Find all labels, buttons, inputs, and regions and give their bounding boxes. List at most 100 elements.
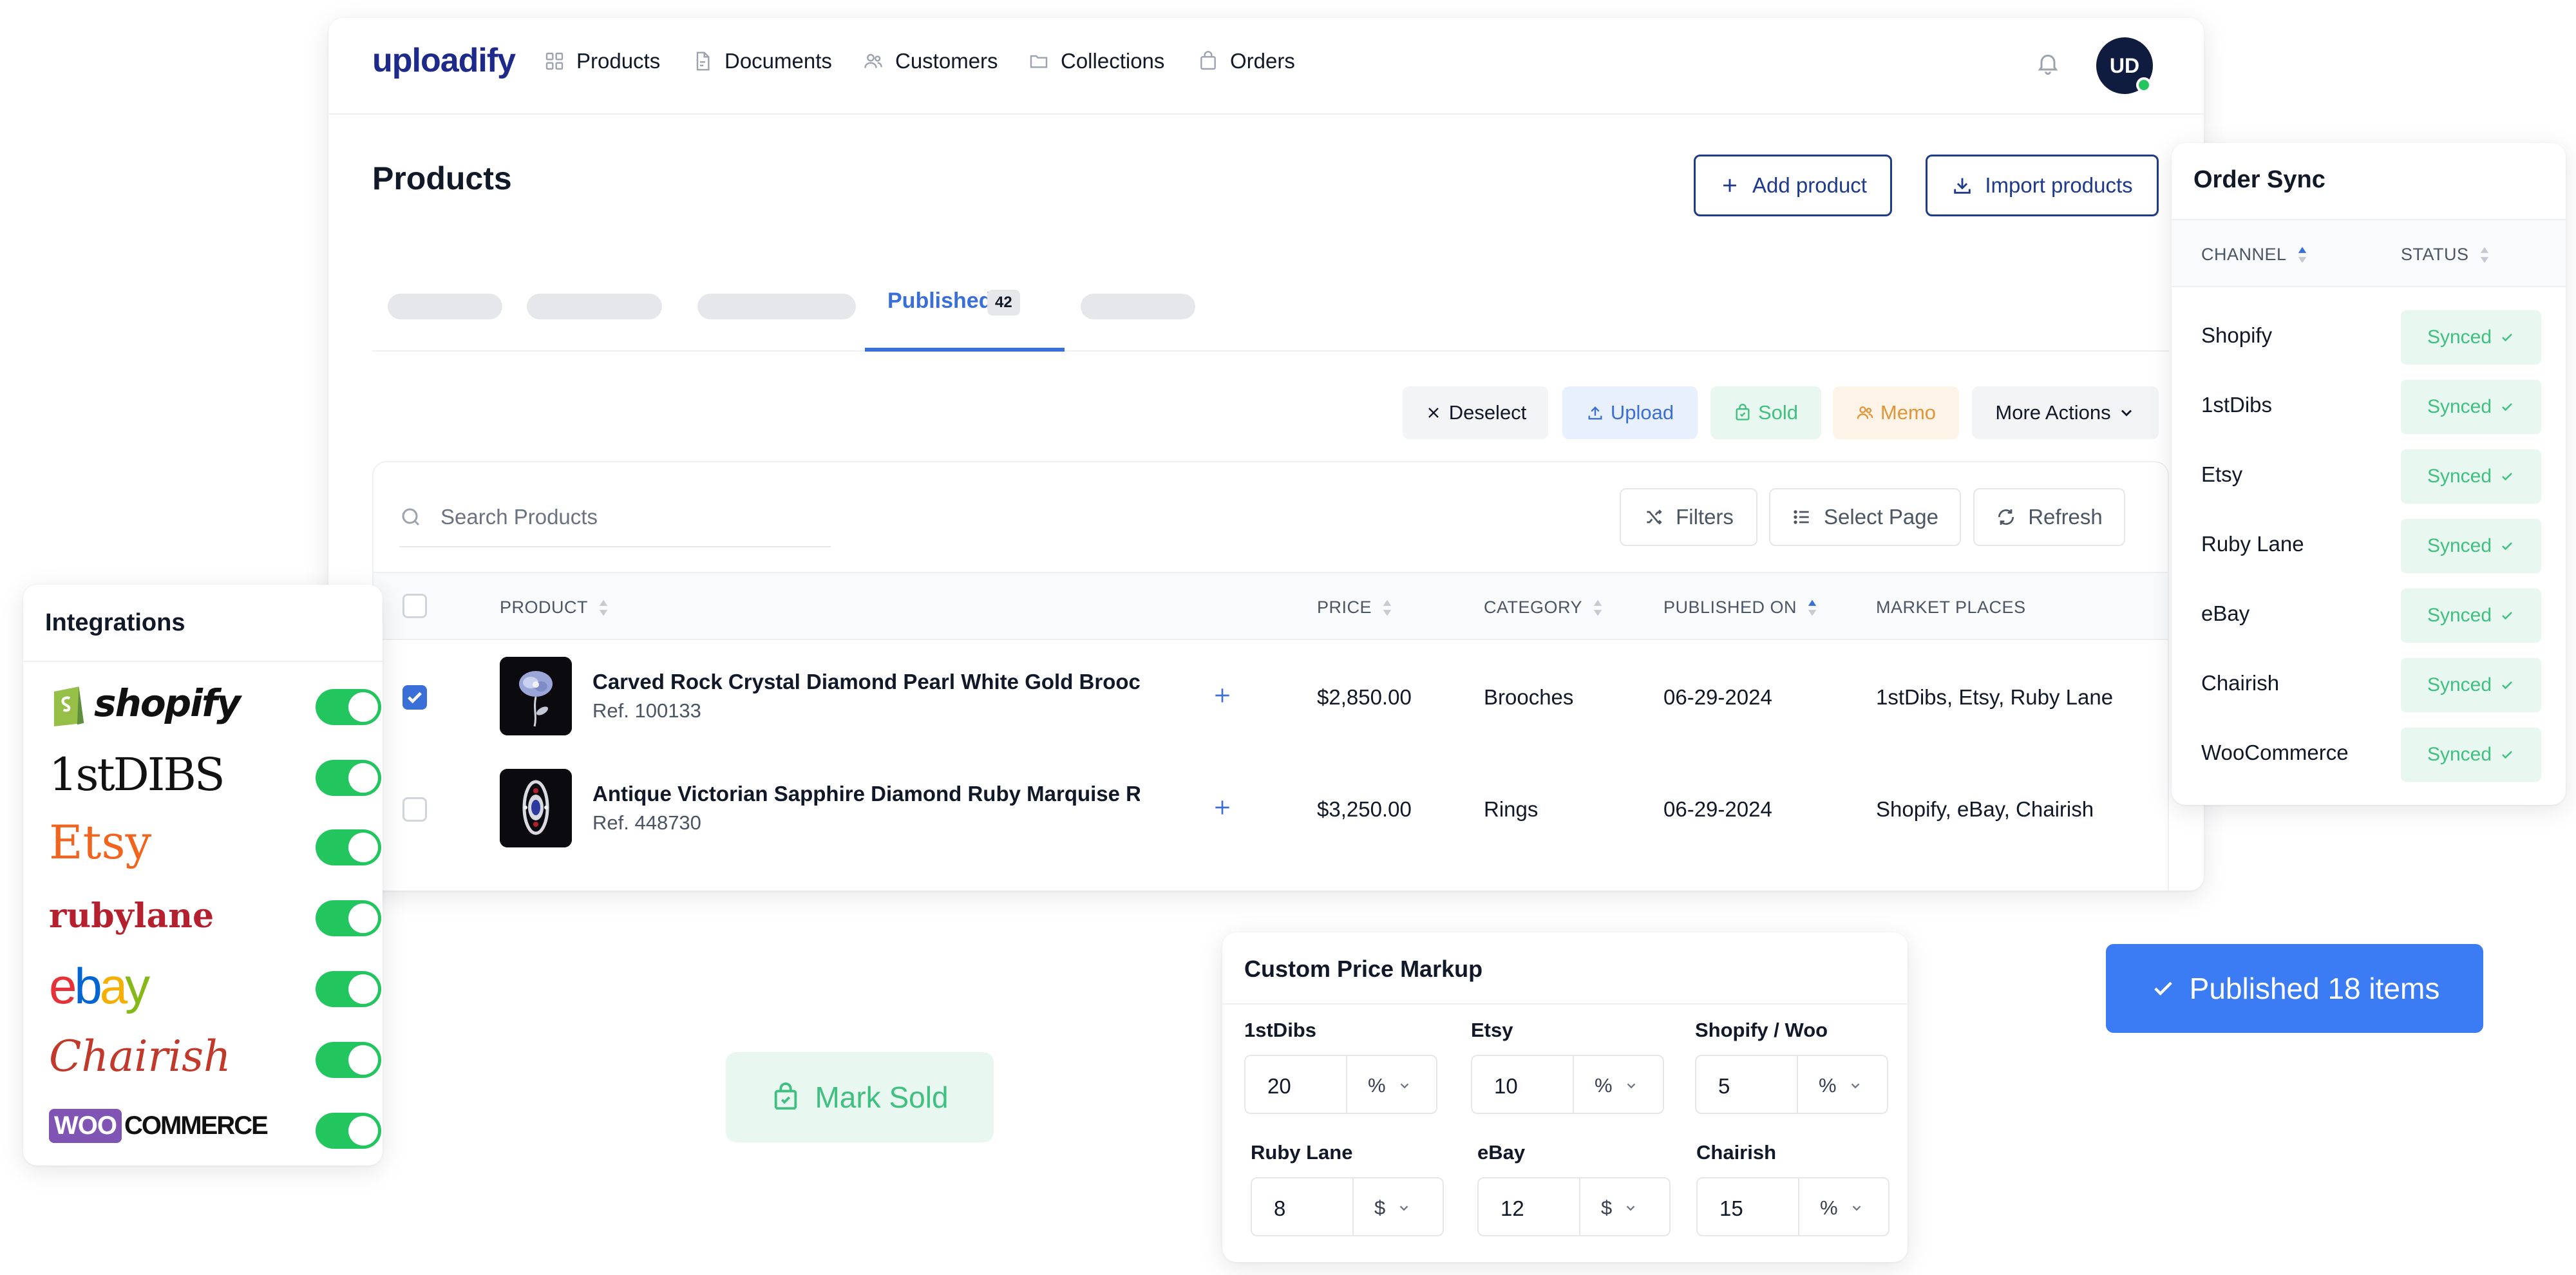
channel-name: Ruby Lane bbox=[2201, 532, 2304, 556]
tab-published[interactable]: Published 42 bbox=[865, 256, 1065, 352]
divider bbox=[1573, 1056, 1574, 1113]
markup-input[interactable]: 12 $ bbox=[1477, 1177, 1671, 1236]
channel-name: 1stDibs bbox=[2201, 393, 2273, 417]
sold-button[interactable]: Sold bbox=[1710, 386, 1821, 439]
markup-input[interactable]: 5% bbox=[1695, 1055, 1888, 1114]
ebay-logo: ebay bbox=[49, 957, 150, 1015]
table-row[interactable]: Antique Victorian Sapphire Diamond Ruby … bbox=[374, 753, 2168, 865]
chevron-down-icon bbox=[1627, 1083, 1635, 1089]
search-input[interactable]: Search Products bbox=[399, 488, 831, 547]
markup-value[interactable]: 15 bbox=[1719, 1196, 1743, 1221]
order-sync-row[interactable]: Ruby Lane Synced bbox=[2172, 507, 2566, 577]
column-price[interactable]: PRICE bbox=[1317, 598, 1392, 618]
order-sync-row[interactable]: 1stDibs Synced bbox=[2172, 368, 2566, 438]
markup-unit-select[interactable]: % bbox=[1819, 1074, 1862, 1097]
order-sync-panel: Order Sync CHANNEL STATUS Shopify Synced 1… bbox=[2172, 143, 2566, 805]
markup-value[interactable]: 12 bbox=[1501, 1196, 1524, 1221]
nav-item-documents[interactable]: Documents bbox=[692, 49, 832, 73]
ebay-toggle[interactable] bbox=[316, 971, 381, 1007]
deselect-button[interactable]: Deselect bbox=[1403, 386, 1548, 439]
markup-input[interactable]: 15% bbox=[1696, 1177, 1889, 1236]
order-sync-row[interactable]: Shopify Synced bbox=[2172, 299, 2566, 368]
markup-value[interactable]: 5 bbox=[1718, 1074, 1730, 1099]
nav-item-customers[interactable]: Customers bbox=[863, 49, 998, 73]
order-sync-title: Order Sync bbox=[2193, 166, 2325, 193]
markup-input[interactable]: 8 $ bbox=[1251, 1177, 1444, 1236]
shopify-toggle[interactable] bbox=[316, 689, 381, 725]
column-published-on[interactable]: PUBLISHED ON bbox=[1663, 598, 1817, 618]
refresh-icon bbox=[1998, 509, 2014, 525]
column-product[interactable]: PRODUCT bbox=[500, 598, 609, 618]
markup-field-label: eBay bbox=[1477, 1141, 1526, 1164]
avatar-initials: UD bbox=[2109, 53, 2140, 77]
add-product-label: Add product bbox=[1752, 173, 1867, 197]
shopify-logo: shopify bbox=[49, 680, 241, 726]
nav-item-label: Customers bbox=[895, 49, 998, 73]
order-sync-row[interactable]: Etsy Synced bbox=[2172, 438, 2566, 507]
rubylane-toggle[interactable] bbox=[316, 900, 381, 936]
product-price: $2,850.00 bbox=[1317, 685, 1412, 709]
plus-icon[interactable] bbox=[1212, 685, 1233, 706]
column-status[interactable]: STATUS bbox=[2401, 245, 2490, 265]
etsy-toggle[interactable] bbox=[316, 829, 381, 865]
table-header: PRODUCT PRICE CATEGORY PUBLISHED ON MARK… bbox=[374, 572, 2168, 640]
plus-icon[interactable] bbox=[1212, 797, 1233, 818]
chairish-toggle[interactable] bbox=[316, 1042, 381, 1078]
markup-value[interactable]: 10 bbox=[1494, 1074, 1518, 1099]
product-thumbnail[interactable] bbox=[500, 657, 572, 735]
nav-item-label: Products bbox=[576, 49, 661, 73]
upload-button[interactable]: Upload bbox=[1562, 386, 1698, 439]
mark-sold-label: Mark Sold bbox=[815, 1081, 949, 1114]
check-icon bbox=[408, 692, 422, 704]
avatar[interactable]: UD bbox=[2096, 37, 2153, 94]
product-thumbnail[interactable] bbox=[500, 769, 572, 847]
column-channel[interactable]: CHANNEL bbox=[2201, 245, 2307, 265]
markup-unit-select[interactable]: % bbox=[1595, 1074, 1638, 1097]
check-icon bbox=[2502, 542, 2512, 551]
markup-field-label: 1stDibs bbox=[1244, 1019, 1316, 1041]
woocommerce-toggle[interactable] bbox=[316, 1113, 381, 1149]
refresh-button[interactable]: Refresh bbox=[1973, 488, 2125, 546]
markup-unit-select[interactable]: % bbox=[1820, 1196, 1864, 1220]
order-sync-row[interactable]: eBay Synced bbox=[2172, 577, 2566, 647]
column-price-label: PRICE bbox=[1317, 598, 1372, 617]
product-name[interactable]: Antique Victorian Sapphire Diamond Ruby … bbox=[592, 782, 1140, 806]
mark-sold-button[interactable]: Mark Sold bbox=[726, 1052, 994, 1142]
select-all-checkbox[interactable] bbox=[402, 594, 427, 618]
commerce-wordmark: COMMERCE bbox=[124, 1111, 269, 1140]
tab-placeholder[interactable] bbox=[388, 294, 502, 319]
nav-item-products[interactable]: Products bbox=[544, 49, 660, 73]
markup-unit-select[interactable]: $ bbox=[1374, 1196, 1411, 1220]
tab-placeholder[interactable] bbox=[697, 294, 856, 319]
app-logo[interactable]: uploadify bbox=[372, 41, 516, 80]
product-name[interactable]: Carved Rock Crystal Diamond Pearl White … bbox=[592, 670, 1140, 694]
memo-button[interactable]: Memo bbox=[1833, 386, 1959, 439]
markup-value[interactable]: 8 bbox=[1274, 1196, 1285, 1221]
markup-unit-select[interactable]: $ bbox=[1601, 1196, 1638, 1220]
check-icon bbox=[2502, 681, 2512, 690]
custom-price-markup-panel: Custom Price Markup 1stDibs 20% Etsy 10% Sho… bbox=[1222, 932, 1908, 1262]
markup-unit: % bbox=[1595, 1074, 1613, 1097]
more-actions-button[interactable]: More Actions bbox=[1972, 386, 2159, 439]
nav-item-orders[interactable]: Orders bbox=[1198, 49, 1295, 73]
column-category[interactable]: CATEGORY bbox=[1484, 598, 1603, 618]
order-sync-row[interactable]: Chairish Synced bbox=[2172, 647, 2566, 716]
markup-input[interactable]: 10% bbox=[1471, 1055, 1664, 1114]
tab-placeholder[interactable] bbox=[1081, 294, 1195, 319]
row-checkbox[interactable] bbox=[402, 797, 427, 822]
channel-name: eBay bbox=[2201, 601, 2250, 625]
filters-button[interactable]: Filters bbox=[1620, 488, 1757, 546]
add-product-button[interactable]: Add product bbox=[1694, 155, 1892, 216]
markup-value[interactable]: 20 bbox=[1267, 1074, 1291, 1099]
markup-unit-select[interactable]: % bbox=[1368, 1074, 1412, 1097]
select-page-button[interactable]: Select Page bbox=[1769, 488, 1961, 546]
import-products-button[interactable]: Import products bbox=[1926, 155, 2159, 216]
tab-placeholder[interactable] bbox=[527, 294, 662, 319]
nav-item-collections[interactable]: Collections bbox=[1028, 49, 1164, 73]
markup-input[interactable]: 20% bbox=[1244, 1055, 1437, 1114]
table-row[interactable]: Carved Rock Crystal Diamond Pearl White … bbox=[374, 641, 2168, 753]
bell-icon[interactable] bbox=[2035, 50, 2061, 76]
1stdibs-toggle[interactable] bbox=[316, 760, 381, 796]
order-sync-row[interactable]: WooCommerce Synced bbox=[2172, 716, 2566, 786]
row-checkbox[interactable] bbox=[402, 685, 427, 710]
